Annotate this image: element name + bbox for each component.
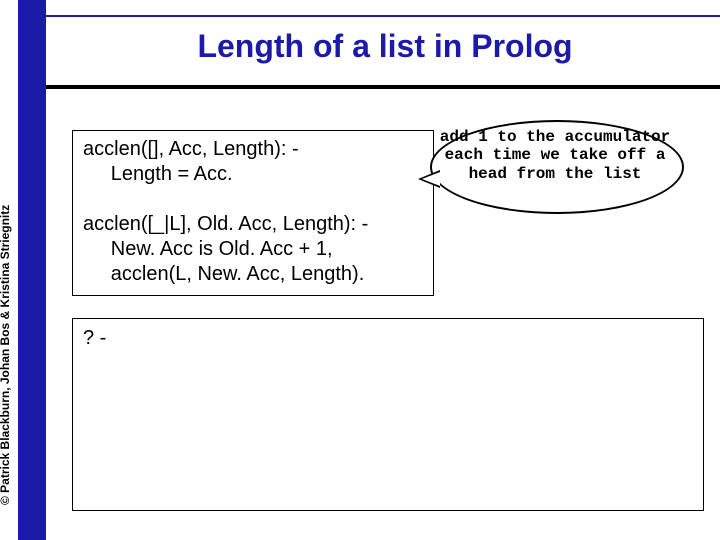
code-box: acclen([], Acc, Length): - Length = Acc.… [72,130,434,296]
slide-title: Length of a list in Prolog [60,28,710,65]
credit-text: © Patrick Blackburn, Johan Bos & Kristin… [0,205,12,505]
query-box: ? - [72,318,704,511]
callout-text: add 1 to the accumulator each time we ta… [435,128,675,183]
left-accent-stripe [18,0,46,540]
slide: © Patrick Blackburn, Johan Bos & Kristin… [0,0,720,540]
